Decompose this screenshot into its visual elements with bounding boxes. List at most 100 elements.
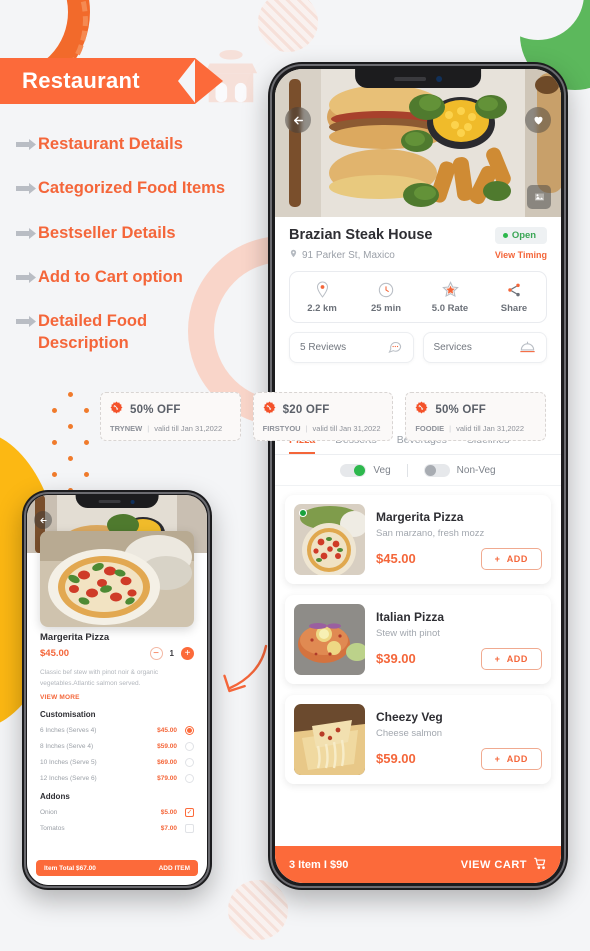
addon-checkbox[interactable] (185, 823, 194, 833)
location-pin-icon (289, 248, 298, 262)
option-price: $69.00 (157, 758, 177, 766)
services-button[interactable]: Services (422, 332, 547, 363)
customisation-option[interactable]: 10 Inches (Serve 5) $69.00 (40, 757, 194, 767)
detail-description: Classic bef stew with pinot noir & organ… (40, 669, 159, 688)
food-price: $45.00 (376, 551, 416, 566)
shopping-cart-icon (533, 856, 547, 873)
food-card[interactable]: Margerita Pizza San marzano, fresh mozz … (285, 495, 551, 584)
option-radio[interactable] (185, 741, 194, 751)
main-phone-mockup: Brazian Steak House 91 Parker St, Maxico… (268, 62, 568, 890)
offer-card[interactable]: 50% OFF TRYNEW | valid till Jan 31,2022 (100, 392, 241, 441)
chat-bubble-icon (387, 339, 403, 357)
customisation-option[interactable]: 12 Inches (Serve 6) $79.00 (40, 773, 194, 783)
option-radio[interactable] (185, 773, 194, 783)
stat-time: 25 min (354, 280, 418, 314)
customisation-option[interactable]: 6 Inches (Serves 4) $45.00 (40, 725, 194, 735)
veg-toggle[interactable]: Veg (340, 464, 391, 477)
star-icon (418, 280, 482, 299)
status-label: Open (511, 230, 537, 241)
view-cart-button[interactable]: VIEW CART (461, 856, 547, 873)
cart-bar[interactable]: 3 Item I $90 VIEW CART (275, 846, 561, 883)
food-card[interactable]: Cheezy Veg Cheese salmon $59.00 + ADD (285, 695, 551, 784)
decrement-button[interactable]: − (149, 647, 163, 660)
offer-code: FOODIE (415, 424, 445, 433)
detail-phone-screen: Margerita Pizza $45.00 − 1 + Classic bef… (27, 495, 207, 885)
stat-rating: 5.0 Rate (418, 280, 482, 314)
add-item-bar[interactable]: Item Total $67.00 ADD ITEM (36, 860, 198, 876)
food-thumbnail (294, 604, 365, 675)
addon-checkbox[interactable]: ✓ (185, 807, 194, 817)
offer-card[interactable]: 50% OFF FOODIE | valid till Jan 31,2022 (405, 392, 547, 441)
detail-item-price: $45.00 (40, 648, 70, 659)
offer-validity: valid till Jan 31,2022 (154, 424, 223, 433)
addon-option[interactable]: Tomatos $7.00 (40, 823, 194, 833)
phone-notch (75, 495, 159, 508)
option-price: $45.00 (157, 726, 177, 734)
feature-item: Categorized Food Items (16, 177, 266, 199)
banner-title: Restaurant (22, 68, 140, 93)
hero-photo (275, 69, 561, 217)
view-more-link[interactable]: VIEW MORE (40, 694, 194, 701)
favorite-button[interactable] (525, 107, 551, 133)
offer-code: TRYNEW (110, 424, 143, 433)
stat-distance: 2.2 km (290, 280, 354, 314)
food-description: Stew with pinot (376, 627, 440, 639)
clock-icon (354, 280, 418, 299)
view-timing-link[interactable]: View Timing (495, 250, 547, 260)
back-button[interactable] (34, 511, 52, 529)
restaurant-stats-bar: 2.2 km 25 min 5.0 Rate Share (289, 271, 547, 323)
feature-list: Restaurant Details Categorized Food Item… (16, 133, 266, 377)
food-description: Cheese salmon (376, 727, 443, 739)
veg-label: Veg (373, 465, 391, 476)
feature-item: Bestseller Details (16, 222, 266, 244)
back-button[interactable] (285, 107, 311, 133)
toggle-divider (406, 464, 408, 477)
detail-sheet: Margerita Pizza $45.00 − 1 + Classic bef… (27, 623, 207, 885)
veg-switch-icon[interactable] (340, 464, 367, 477)
feature-item: Add to Cart option (16, 266, 266, 288)
phone-notch (355, 69, 481, 88)
feature-item: Detailed Food Description (16, 310, 266, 355)
restaurant-hero-image (275, 69, 561, 217)
restaurant-info-block: Brazian Steak House 91 Parker St, Maxico… (275, 217, 561, 262)
customisation-option[interactable]: 8 Inches (Serve 4) $59.00 (40, 741, 194, 751)
striped-circle-decoration-bottom (228, 880, 288, 940)
discount-badge-icon (263, 401, 276, 419)
addon-price: $7.00 (160, 824, 177, 832)
arrow-bullet-icon (16, 270, 38, 288)
add-to-cart-button[interactable]: + ADD (480, 747, 542, 770)
add-to-cart-button[interactable]: + ADD (480, 547, 542, 570)
feature-label: Categorized Food Items (38, 179, 226, 198)
food-name: Margerita Pizza (376, 509, 464, 524)
food-name: Italian Pizza (376, 609, 445, 624)
restaurant-address-row: 91 Parker St, Maxico (289, 248, 432, 262)
option-radio[interactable] (185, 725, 194, 735)
option-label: 6 Inches (Serves 4) (40, 726, 97, 734)
food-card[interactable]: Italian Pizza Stew with pinot $39.00 + A… (285, 595, 551, 684)
offer-amount: 50% OFF (435, 404, 486, 416)
option-radio[interactable] (185, 757, 194, 767)
offer-amount: 50% OFF (130, 404, 181, 416)
arrow-bullet-icon (16, 226, 38, 244)
customisation-title: Customisation (40, 709, 96, 719)
offer-card[interactable]: $20 OFF FIRSTYOU | valid till Jan 31,202… (252, 392, 394, 441)
add-item-button[interactable]: ADD ITEM (159, 865, 190, 872)
food-thumbnail (294, 704, 365, 775)
reviews-button[interactable]: 5 Reviews (289, 332, 414, 363)
food-price: $59.00 (376, 751, 416, 766)
stat-label: 5.0 Rate (431, 303, 469, 314)
quantity-value: 1 (169, 649, 174, 658)
offer-code: FIRSTYOU (262, 424, 301, 433)
quantity-stepper[interactable]: − 1 + (149, 647, 194, 660)
addon-price: $5.00 (160, 808, 177, 816)
add-to-cart-button[interactable]: + ADD (480, 647, 542, 670)
nonveg-toggle[interactable]: Non-Veg (423, 464, 496, 477)
increment-button[interactable]: + (181, 647, 194, 660)
stat-share[interactable]: Share (482, 280, 546, 314)
detail-food-image (40, 531, 194, 627)
nonveg-switch-icon[interactable] (423, 464, 450, 477)
diet-filter-row: Veg Non-Veg (275, 455, 561, 486)
addon-option[interactable]: Onion $5.00 ✓ (40, 807, 194, 817)
gallery-button[interactable] (527, 185, 551, 209)
arrow-bullet-icon (16, 181, 38, 199)
